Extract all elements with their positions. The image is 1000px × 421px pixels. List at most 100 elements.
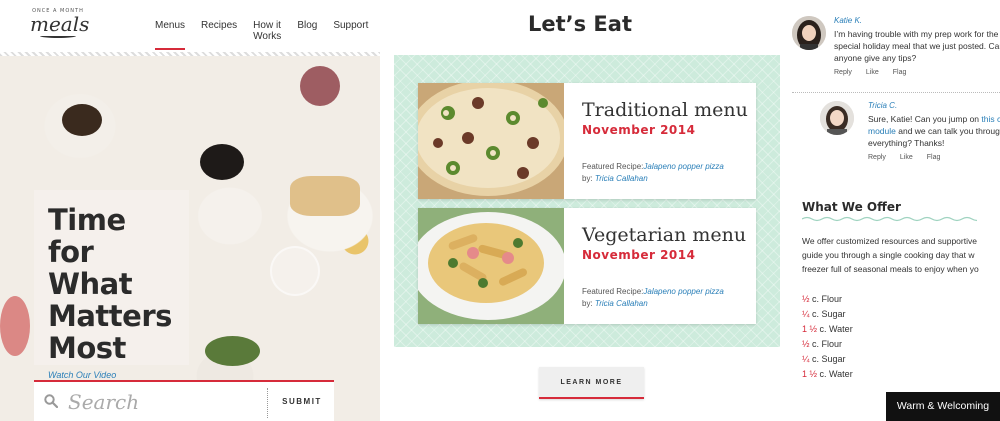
comment-author[interactable]: Katie K. xyxy=(834,16,1000,25)
middle-panel: Let’s Eat Traditional menu November 2014… xyxy=(380,0,780,421)
wave-divider-icon xyxy=(802,216,977,222)
menu-date: November 2014 xyxy=(582,123,696,137)
offer-line: We offer customized resources and suppor… xyxy=(802,236,977,246)
comment-text-segment: Sure, Katie! Can you jump on xyxy=(868,114,982,124)
featured-label: Featured Recipe: xyxy=(582,162,644,171)
glass xyxy=(270,246,320,296)
hero-title-line: What xyxy=(48,267,133,301)
comment-line: anyone give any tips? xyxy=(834,53,917,63)
menus-background: Traditional menu November 2014 Featured … xyxy=(394,55,780,347)
offer-line: guide you through a single cooking day t… xyxy=(802,250,975,260)
comment-text-segment: and we can talk you through xyxy=(895,126,1000,136)
search-separator xyxy=(267,388,268,418)
by-label: by: xyxy=(582,174,593,183)
ingredient-qty: 1 ½ xyxy=(802,324,818,334)
submit-button[interactable]: SUBMIT xyxy=(272,382,332,421)
flag-link[interactable]: Flag xyxy=(927,154,941,161)
comment-line: special holiday meal that we just posted… xyxy=(834,41,1000,51)
comment-line: module and we can talk you through xyxy=(868,125,1000,137)
nav-link-blog[interactable]: Blog xyxy=(297,20,317,50)
search-input[interactable] xyxy=(68,388,258,416)
reply-link[interactable]: Reply xyxy=(868,154,886,161)
like-link[interactable]: Like xyxy=(866,69,879,76)
nav-links: Menus Recipes How it Works Blog Support xyxy=(155,20,380,50)
author-link[interactable]: Tricia Callahan xyxy=(595,174,648,183)
ingredient-item: 1 ½ c. Water xyxy=(802,367,853,382)
site-logo[interactable]: ONCE A MONTH meals xyxy=(30,8,90,42)
nav-link-how-it-works[interactable]: How it Works xyxy=(253,20,281,50)
hero-title-line: Most xyxy=(48,331,126,365)
logo-wordmark: meals xyxy=(30,12,90,36)
ingredient-item: ½ c. Flour xyxy=(802,292,853,307)
nav-link-support[interactable]: Support xyxy=(333,20,368,50)
menu-name[interactable]: Traditional menu xyxy=(582,99,752,121)
search-icon xyxy=(44,394,58,408)
ingredient-name: c. Sugar xyxy=(809,354,846,364)
module-link[interactable]: module xyxy=(868,126,896,136)
comment-divider xyxy=(792,92,1000,94)
nav-link-recipes[interactable]: Recipes xyxy=(201,20,237,50)
ingredient-name: c. Water xyxy=(817,369,853,379)
ingredient-name: c. Flour xyxy=(809,294,843,304)
menu-image-pasta xyxy=(418,208,564,324)
hero-title-line: Matters xyxy=(48,299,172,333)
comment-body: Tricia C. Sure, Katie! Can you jump on t… xyxy=(868,101,1000,161)
hero-title: Time for What Matters Most xyxy=(48,204,175,364)
author-link[interactable]: Tricia Callahan xyxy=(595,299,648,308)
ingredient-item: 1 ½ c. Water xyxy=(802,322,853,337)
like-link[interactable]: Like xyxy=(900,154,913,161)
menu-name[interactable]: Vegetarian menu xyxy=(582,224,752,246)
search-bar: SUBMIT xyxy=(34,380,334,421)
menu-image-pizza xyxy=(418,83,564,199)
menu-meta: Featured Recipe:Jalapeno popper pizza by… xyxy=(582,161,752,185)
hero-card: Time for What Matters Most Watch Our Vid… xyxy=(34,190,189,380)
food-bread xyxy=(290,176,360,216)
watch-video-link[interactable]: Watch Our Video xyxy=(48,370,175,380)
comment-text: I’m having trouble with my prep work for… xyxy=(834,28,1000,64)
menu-body: Vegetarian menu November 2014 Featured R… xyxy=(582,224,752,310)
food-tomato xyxy=(0,296,30,356)
flag-link[interactable]: Flag xyxy=(893,69,907,76)
featured-recipe-link[interactable]: Jalapeno popper pizza xyxy=(643,287,724,296)
ingredient-item: ¼ c. Sugar xyxy=(802,307,853,322)
style-tag-label: Warm & Welcoming xyxy=(886,392,1000,421)
ingredient-item: ½ c. Flour xyxy=(802,337,853,352)
offer-text: We offer customized resources and suppor… xyxy=(802,234,1000,276)
ingredient-name: c. Flour xyxy=(809,339,843,349)
hero-title-line: Time for xyxy=(48,203,126,269)
nav-link-menus[interactable]: Menus xyxy=(155,20,186,50)
ingredient-qty: ½ xyxy=(802,339,810,349)
comment-body: Katie K. I’m having trouble with my prep… xyxy=(834,16,1000,76)
avatar xyxy=(792,16,826,50)
avatar xyxy=(820,101,854,135)
menu-card-traditional[interactable]: Traditional menu November 2014 Featured … xyxy=(418,83,756,199)
learn-more-button[interactable]: LEARN MORE xyxy=(539,367,644,399)
top-nav: ONCE A MONTH meals Menus Recipes How it … xyxy=(0,0,380,52)
menu-meta: Featured Recipe:Jalapeno popper pizza by… xyxy=(582,286,752,310)
by-label: by: xyxy=(582,299,593,308)
ingredient-qty: 1 ½ xyxy=(802,369,818,379)
comment-author[interactable]: Tricia C. xyxy=(868,101,1000,110)
ingredient-qty: ¼ xyxy=(802,354,810,364)
left-panel: ONCE A MONTH meals Menus Recipes How it … xyxy=(0,0,380,421)
comment-text: Sure, Katie! Can you jump on this ch mod… xyxy=(868,113,1000,149)
menu-body: Traditional menu November 2014 Featured … xyxy=(582,99,752,185)
wine-glass xyxy=(300,66,340,106)
featured-recipe-link[interactable]: Jalapeno popper pizza xyxy=(643,162,724,171)
section-title: Let’s Eat xyxy=(527,12,632,36)
chat-link[interactable]: this ch xyxy=(981,114,1000,124)
ingredient-item: ¼ c. Sugar xyxy=(802,352,853,367)
ingredient-name: c. Water xyxy=(817,324,853,334)
menu-date: November 2014 xyxy=(582,248,696,262)
comment-actions: Reply Like Flag xyxy=(868,154,1000,161)
offer-line: freezer full of seasonal meals to enjoy … xyxy=(802,264,979,274)
comment-actions: Reply Like Flag xyxy=(834,69,1000,76)
ingredient-qty: ½ xyxy=(802,294,810,304)
comment-line: everything? Thanks! xyxy=(868,138,945,148)
featured-label: Featured Recipe: xyxy=(582,287,644,296)
reply-link[interactable]: Reply xyxy=(834,69,852,76)
food-mushrooms xyxy=(62,104,102,136)
ingredient-qty: ¼ xyxy=(802,309,810,319)
comment-line: I’m having trouble with my prep work for… xyxy=(834,29,999,39)
menu-card-vegetarian[interactable]: Vegetarian menu November 2014 Featured R… xyxy=(418,208,756,324)
